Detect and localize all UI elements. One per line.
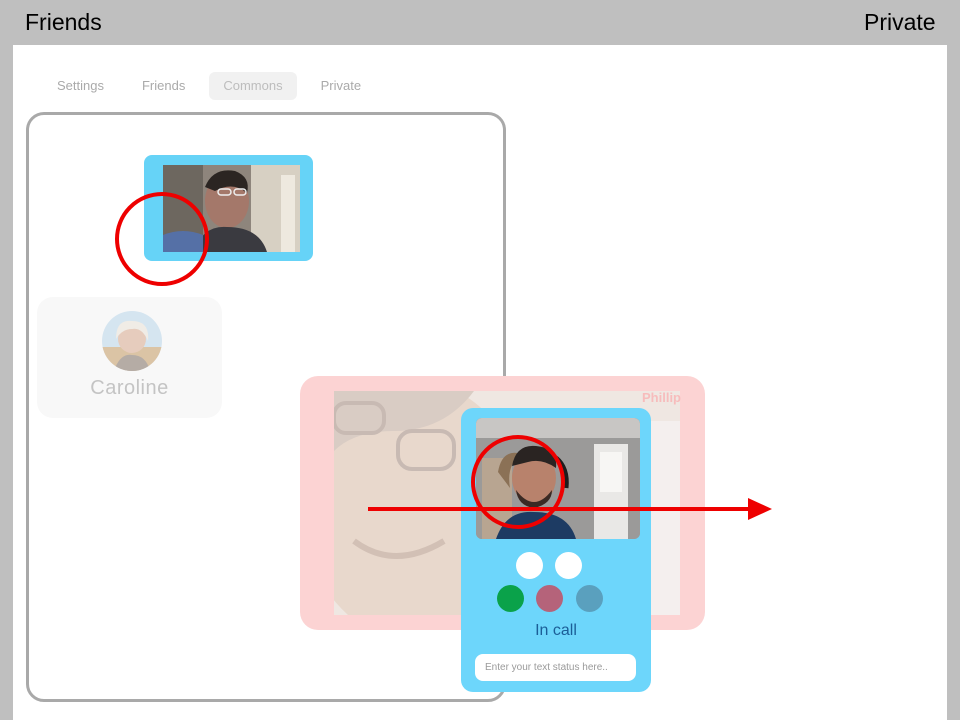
call-card: In call bbox=[461, 408, 651, 692]
tab-commons[interactable]: Commons bbox=[209, 72, 297, 100]
self-video-tile[interactable] bbox=[144, 155, 313, 261]
self-webcam-image bbox=[163, 165, 300, 252]
teal-dot-button[interactable] bbox=[576, 585, 603, 612]
status-text-input[interactable] bbox=[475, 654, 636, 681]
tab-settings[interactable]: Settings bbox=[43, 72, 118, 100]
caroline-avatar bbox=[102, 311, 162, 371]
space-tabs: Settings Friends Commons Private bbox=[43, 72, 375, 100]
phillip-name: Phillip bbox=[642, 390, 681, 405]
private-corner-label[interactable]: Private bbox=[844, 0, 960, 45]
white-dot-2-button[interactable] bbox=[555, 552, 582, 579]
friends-corner-label[interactable]: Friends bbox=[13, 0, 125, 45]
green-dot-button[interactable] bbox=[497, 585, 524, 612]
self-video-feed bbox=[163, 165, 300, 252]
caroline-user-card[interactable]: Caroline bbox=[37, 297, 222, 418]
tab-friends[interactable]: Friends bbox=[128, 72, 199, 100]
friends-corner-text: Friends bbox=[25, 9, 102, 35]
call-video-feed bbox=[476, 418, 640, 539]
white-dot-1-button[interactable] bbox=[516, 552, 543, 579]
caroline-name: Caroline bbox=[90, 377, 169, 399]
tab-private[interactable]: Private bbox=[307, 72, 375, 100]
rose-dot-button[interactable] bbox=[536, 585, 563, 612]
call-webcam-image bbox=[476, 418, 640, 539]
private-corner-text: Private bbox=[864, 9, 936, 35]
caroline-avatar-image bbox=[102, 311, 162, 371]
call-status-text: In call bbox=[535, 622, 577, 639]
